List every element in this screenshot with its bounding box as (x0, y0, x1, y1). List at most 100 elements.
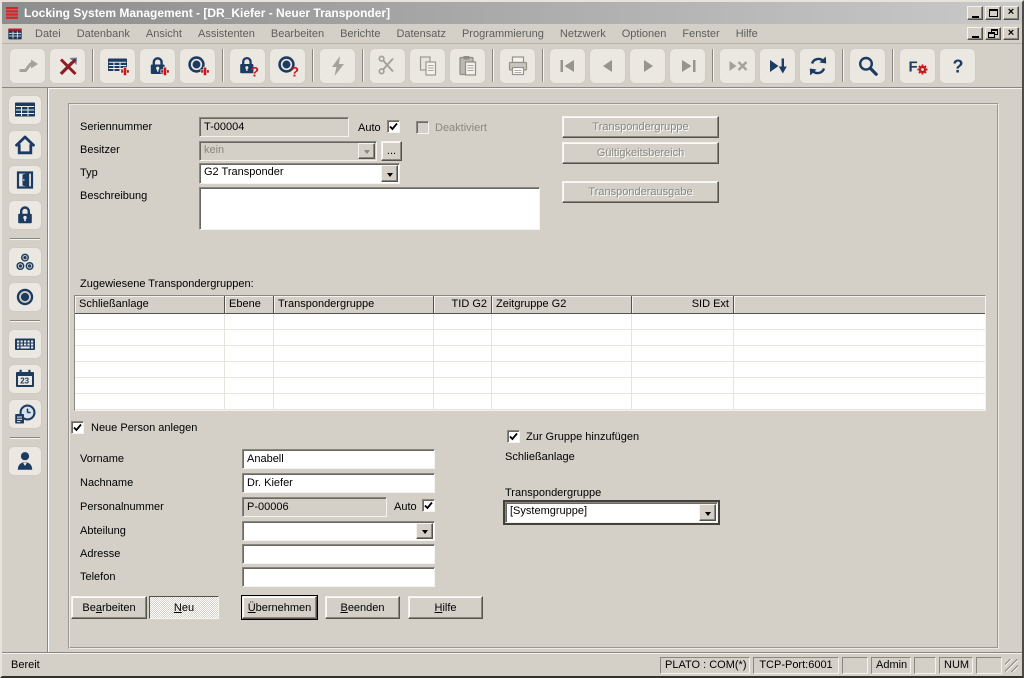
menu-item-datenbank[interactable]: Datenbank (69, 26, 138, 42)
typ-dropdown[interactable]: G2 Transponder (199, 163, 400, 184)
title-bar: Locking System Management - [DR_Kiefer -… (2, 2, 1022, 24)
help-button[interactable]: ? (939, 48, 976, 84)
table-row[interactable] (75, 346, 985, 362)
sidebar-item-building[interactable] (8, 130, 42, 160)
adresse-label: Adresse (80, 548, 120, 560)
close-button[interactable]: × (1003, 6, 1019, 20)
bearbeiten-button[interactable]: Bearbeiten (71, 596, 147, 619)
auto-checkbox[interactable] (387, 120, 400, 133)
maximize-button[interactable] (985, 6, 1001, 20)
program-flash-icon (326, 54, 350, 78)
menu-item-assistenten[interactable]: Assistenten (190, 26, 263, 42)
beschreibung-field[interactable] (199, 187, 540, 230)
sidebar-item-door[interactable] (8, 165, 42, 195)
minimize-button[interactable] (967, 6, 983, 20)
resize-grip[interactable] (1005, 659, 1018, 672)
zur-gruppe-label: Zur Gruppe hinzufügen (526, 431, 639, 443)
menu-item-datensatz[interactable]: Datensatz (388, 26, 454, 42)
column-header-ebene[interactable]: Ebene (225, 296, 274, 314)
sidebar-item-lock[interactable] (8, 200, 42, 230)
first-record-icon (556, 54, 580, 78)
abteilung-dropdown[interactable] (242, 521, 435, 541)
menu-item-berichte[interactable]: Berichte (332, 26, 388, 42)
menu-item-bearbeiten[interactable]: Bearbeiten (263, 26, 332, 42)
personalnummer-label: Personalnummer (80, 501, 164, 513)
svg-text:?: ? (952, 56, 963, 76)
menu-item-fenster[interactable]: Fenster (674, 26, 727, 42)
new-lock-icon (146, 54, 170, 78)
deaktiviert-checkbox (416, 121, 429, 134)
sidebar-item-locking-system[interactable] (8, 95, 42, 125)
auto-label: Auto (358, 122, 381, 134)
telefon-field[interactable] (242, 567, 435, 587)
help-question-icon: ? (946, 54, 970, 78)
transpondergruppe-value: [Systemgruppe] (506, 503, 698, 522)
neue-person-label: Neue Person anlegen (91, 422, 197, 434)
dropdown-arrow-button[interactable] (416, 523, 433, 539)
adresse-field[interactable] (242, 544, 435, 564)
new-lock-button[interactable] (139, 48, 176, 84)
filter-settings-button[interactable]: F (899, 48, 936, 84)
uebernehmen-button[interactable]: Übernehmen (242, 596, 317, 619)
besitzer-browse-button[interactable]: ... (381, 141, 402, 161)
sidebar-separator (10, 238, 40, 239)
menu-item-optionen[interactable]: Optionen (614, 26, 675, 42)
read-transponder-icon: ? (276, 54, 300, 78)
transpondergruppe-dropdown[interactable]: [Systemgruppe] (505, 502, 718, 523)
vorname-field[interactable] (242, 449, 435, 469)
sidebar-item-person[interactable] (8, 446, 42, 476)
neu-button[interactable]: Neu (149, 596, 219, 619)
table-header-row: Schließanlage Ebene Transpondergruppe TI… (75, 296, 985, 314)
previous-record-button (589, 48, 626, 84)
goto-record-button[interactable] (759, 48, 796, 84)
refresh-button[interactable] (799, 48, 836, 84)
new-locking-system-button[interactable] (99, 48, 136, 84)
nachname-label: Nachname (80, 477, 133, 489)
dropdown-arrow-button[interactable] (381, 165, 398, 182)
sidebar-item-time-zone-plan[interactable] (8, 399, 42, 429)
abteilung-value (243, 522, 415, 540)
table-row[interactable] (75, 314, 985, 330)
sidebar-item-calendar[interactable]: 23 (8, 364, 42, 394)
read-transponder-button[interactable]: ? (269, 48, 306, 84)
status-cell-num: NUM (939, 657, 973, 674)
time-zone-plan-icon (13, 402, 37, 426)
menu-item-netzwerk[interactable]: Netzwerk (552, 26, 614, 42)
sidebar-item-transponder-group[interactable] (8, 247, 42, 277)
dropdown-arrow-button[interactable] (699, 504, 716, 521)
logout-button[interactable] (49, 48, 86, 84)
column-header-zeitgruppe-g2[interactable]: Zeitgruppe G2 (492, 296, 632, 314)
besitzer-dropdown: kein (199, 141, 377, 161)
menu-item-datei[interactable]: Datei (27, 26, 69, 42)
hilfe-button[interactable]: Hilfe (408, 596, 483, 619)
beenden-button[interactable]: Beenden (325, 596, 400, 619)
child-restore-button[interactable] (985, 27, 1001, 40)
search-button[interactable] (849, 48, 886, 84)
table-row[interactable] (75, 394, 985, 410)
building-icon (13, 133, 37, 157)
child-minimize-button[interactable] (967, 27, 983, 40)
table-row[interactable] (75, 378, 985, 394)
neue-person-checkbox[interactable] (71, 421, 84, 434)
column-header-tid-g2[interactable]: TID G2 (434, 296, 492, 314)
child-close-button[interactable]: × (1003, 27, 1019, 40)
read-lock-button[interactable]: ? (229, 48, 266, 84)
table-row[interactable] (75, 362, 985, 378)
new-transponder-button[interactable] (179, 48, 216, 84)
table-row[interactable] (75, 330, 985, 346)
menu-item-ansicht[interactable]: Ansicht (138, 26, 190, 42)
personalnummer-auto-checkbox[interactable] (422, 499, 435, 512)
status-ready-text: Bereit (6, 659, 657, 671)
nachname-field[interactable] (242, 473, 435, 493)
status-cell-user: Admin (871, 657, 911, 674)
menu-item-programmierung[interactable]: Programmierung (454, 26, 552, 42)
menu-item-hilfe[interactable]: Hilfe (728, 26, 766, 42)
sidebar-item-transponder[interactable] (8, 282, 42, 312)
zur-gruppe-checkbox[interactable] (507, 430, 520, 443)
sidebar-item-matrix[interactable] (8, 329, 42, 359)
read-lock-icon: ? (236, 54, 260, 78)
mdi-system-menu[interactable] (7, 27, 23, 41)
column-header-sid-ext[interactable]: SID Ext (632, 296, 734, 314)
column-header-transpondergruppe[interactable]: Transpondergruppe (274, 296, 434, 314)
column-header-schliessanlage[interactable]: Schließanlage (75, 296, 225, 314)
